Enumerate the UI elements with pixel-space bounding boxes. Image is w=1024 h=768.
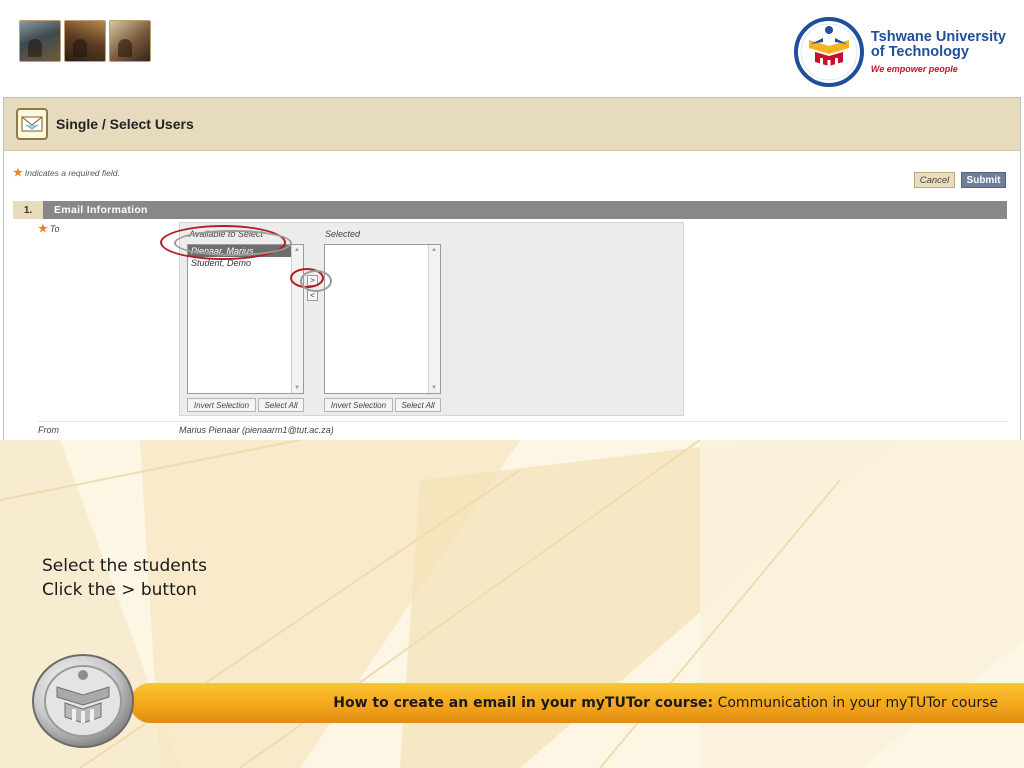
available-scrollbar[interactable]: ▲ ▼ [291,245,303,393]
campus-photo-3 [109,20,151,62]
university-crest-icon [32,654,134,748]
photo-strip [19,20,151,62]
page-header: Single / Select Users [4,98,1020,151]
university-tagline: We empower people [870,63,958,74]
envelope-icon [16,108,48,140]
submit-button[interactable]: Submit [961,172,1006,188]
selected-scrollbar[interactable]: ▲ ▼ [428,245,440,393]
footer-bold-text: How to create an email in your myTUTor c… [333,695,714,711]
page-title: Single / Select Users [56,116,194,132]
invert-selection-button-available[interactable]: Invert Selection [187,398,256,412]
university-logo: Tshwane University of Technology We empo… [793,16,1006,88]
university-name-line2: of Technology [870,44,969,61]
scroll-up-icon[interactable]: ▲ [294,247,300,253]
section-title: Email Information [54,204,148,216]
move-left-button[interactable]: < [307,290,318,301]
required-note-text: Indicates a required field. [24,168,120,178]
university-name-line1: Tshwane University [870,29,1006,46]
select-all-button-available[interactable]: Select All [258,398,304,412]
required-star-icon: ★ [13,167,23,179]
available-listbox[interactable]: Pienaar, Marius Student, Demo ▲ ▼ [187,244,304,394]
scroll-down-icon[interactable]: ▼ [431,385,437,391]
select-all-button-selected[interactable]: Select All [395,398,441,412]
campus-photo-2 [64,20,106,62]
from-field-value: Marius Pienaar (pienaarm1@tut.ac.za) [179,425,334,435]
available-header: Available to Select [189,229,263,239]
section-number: 1. [13,201,43,219]
move-right-button[interactable]: > [307,275,318,286]
footer-caption: How to create an email in your myTUTor c… [333,695,998,711]
selected-header: Selected [325,229,361,239]
section-bar: 1. Email Information [13,201,1007,219]
required-field-note: ★ Indicates a required field. [13,166,120,179]
required-star-icon: ★ [38,223,48,235]
instruction-line-2: Click the > button [42,580,197,600]
to-label-text: To [49,224,60,234]
selected-listbox[interactable]: ▲ ▼ [324,244,441,394]
to-field-label: ★ To [38,222,60,235]
from-field-label: From [38,425,59,435]
lms-screenshot: Single / Select Users ★ Indicates a requi… [3,97,1021,440]
list-item[interactable]: Pienaar, Marius [188,245,303,257]
row-divider [38,421,1007,422]
cancel-button[interactable]: Cancel [914,172,955,188]
scroll-up-icon[interactable]: ▲ [431,247,437,253]
instructions: Select the students Click the > button [42,554,207,602]
scroll-down-icon[interactable]: ▼ [294,385,300,391]
list-item[interactable]: Student, Demo [188,257,303,269]
footer-normal-text: Communication in your myTUTor course [717,695,998,711]
slide-header: Tshwane University of Technology We empo… [0,0,1024,96]
instruction-line-1: Select the students [42,556,207,576]
recipient-picker: Available to Select Selected Pienaar, Ma… [179,222,684,416]
footer-band: How to create an email in your myTUTor c… [130,683,1024,723]
university-crest-icon [793,17,864,87]
invert-selection-button-selected[interactable]: Invert Selection [324,398,393,412]
campus-photo-1 [19,20,61,62]
